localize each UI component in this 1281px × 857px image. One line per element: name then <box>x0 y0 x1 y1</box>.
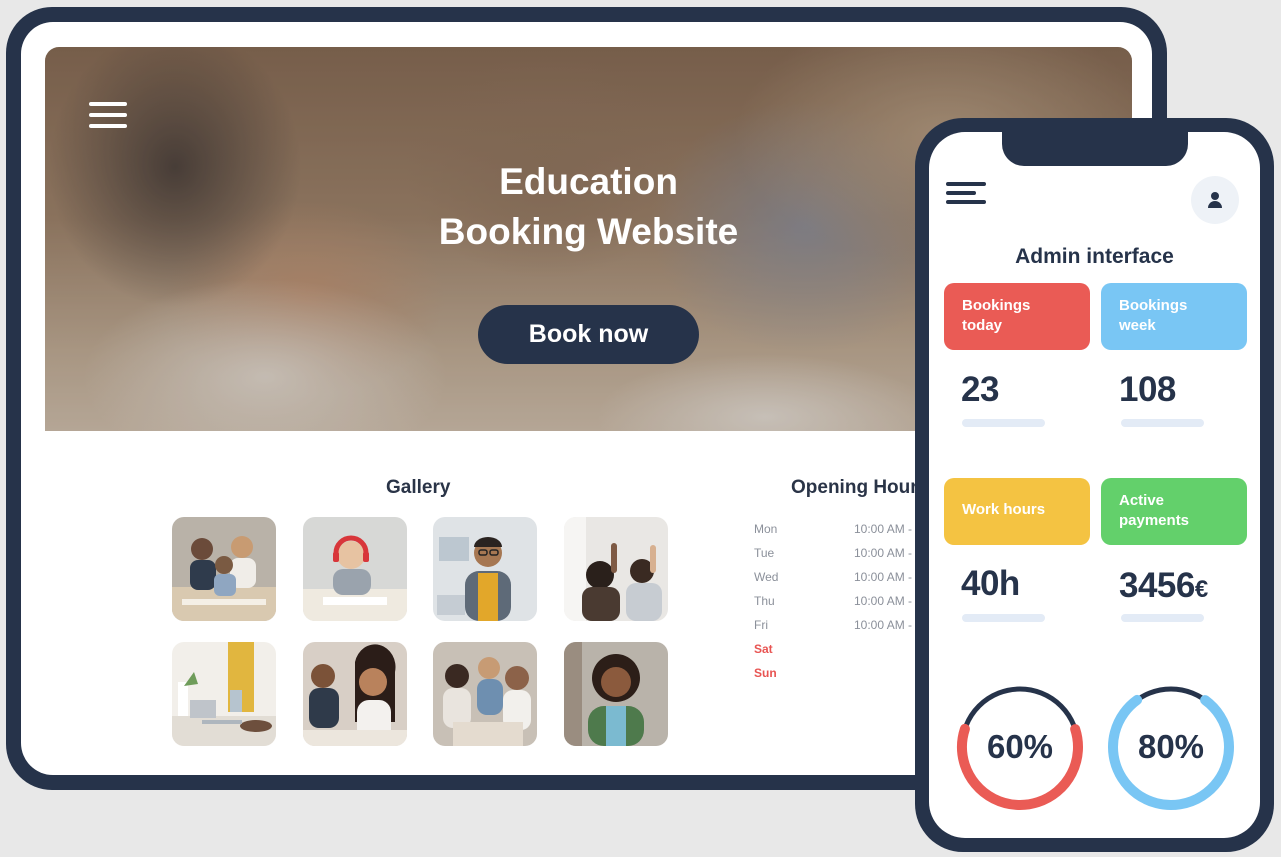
gauge-label: 60% <box>986 728 1054 765</box>
hours-day: Mon <box>754 522 778 536</box>
user-icon <box>1208 192 1222 208</box>
hours-day: Fri <box>754 618 768 632</box>
tile-work-hours[interactable]: Work hours <box>944 478 1090 545</box>
gauge-60: 60% <box>956 683 1084 811</box>
stat-bookings-week: 108 <box>1119 370 1176 409</box>
hours-day: Wed <box>754 570 779 584</box>
tile-bookings-week[interactable]: Bookings week <box>1101 283 1247 350</box>
tile-active-payments[interactable]: Active payments <box>1101 478 1247 545</box>
hero-title: Education Booking Website <box>45 157 1132 257</box>
user-avatar[interactable] <box>1191 176 1239 224</box>
stat-bar <box>1121 419 1204 427</box>
stat-work-hours: 40h <box>961 564 1020 603</box>
tile-bookings-today[interactable]: Bookings today <box>944 283 1090 350</box>
hours-day: Sat <box>754 642 773 656</box>
hours-day: Thu <box>754 594 775 608</box>
tile-label-line1: Work hours <box>962 501 1046 518</box>
gallery-photo-woman-portrait[interactable] <box>564 642 668 746</box>
gallery-photo-smiling-girl-studying[interactable] <box>303 642 407 746</box>
stat-bar <box>962 419 1045 427</box>
gallery-photo-group-of-students[interactable] <box>433 642 537 746</box>
stat-bar <box>1121 614 1204 622</box>
hours-day: Sun <box>754 666 777 680</box>
gallery-photo-student-with-glasses[interactable] <box>433 517 537 621</box>
tile-label-line2: payments <box>1119 512 1190 529</box>
tile-label-line1: Bookings <box>962 297 1031 314</box>
hours-day: Tue <box>754 546 775 560</box>
tile-label-line1: Active <box>1119 492 1165 509</box>
tile-label-line1: Bookings <box>1119 297 1188 314</box>
gauge-label: 80% <box>1137 728 1205 765</box>
gallery-photo-students-group-study[interactable] <box>172 517 276 621</box>
opening-hours-title: Opening Hours <box>791 477 929 498</box>
gallery-photo-classroom-hands-raised[interactable] <box>564 517 668 621</box>
gallery-photo-student-laptop-desk[interactable] <box>172 642 276 746</box>
hero-title-line2: Booking Website <box>438 211 739 252</box>
book-now-button[interactable]: Book now <box>478 305 699 364</box>
hero-title-line1: Education <box>499 161 678 202</box>
stat-value: 3456 <box>1119 566 1195 605</box>
tile-label-line2: today <box>962 317 1003 334</box>
gauge-80: 80% <box>1107 683 1235 811</box>
gallery-title: Gallery <box>386 477 451 498</box>
stat-bar <box>962 614 1045 622</box>
stat-active-payments: 3456€ <box>1119 566 1208 606</box>
gallery-photo-boy-with-headphones[interactable] <box>303 517 407 621</box>
tile-label-line2: week <box>1119 317 1156 334</box>
stat-bookings-today: 23 <box>961 370 999 409</box>
currency-unit: € <box>1194 576 1208 603</box>
hamburger-menu-icon[interactable] <box>89 102 127 128</box>
